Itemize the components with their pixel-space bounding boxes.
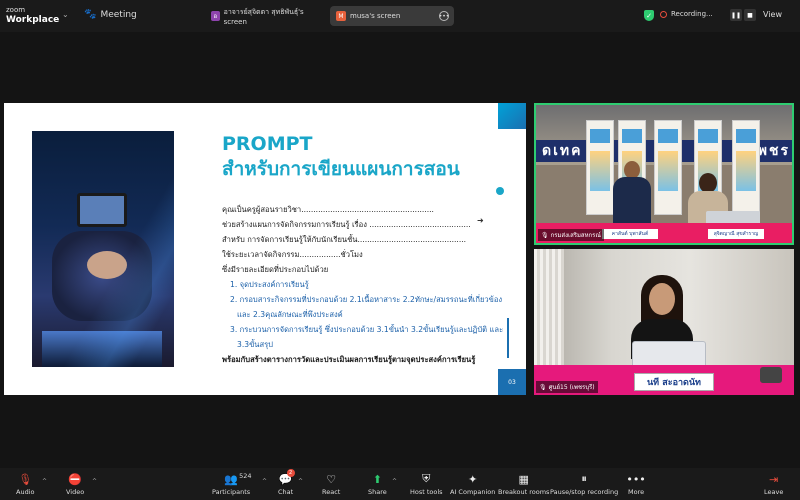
slide-page-number: 03 [498, 369, 526, 395]
slide-item: 1. จุดประสงค์การเรียนรู้ [230, 280, 309, 289]
slide-title: PROMPT [222, 133, 313, 155]
slide-item: 3.3ขั้นสรุป [237, 340, 273, 349]
participant-name: 🎙 กรมส่งเสริมสหกรณ์ [538, 229, 604, 241]
mic-muted-icon: 🎙 [539, 383, 547, 391]
mic-muted-icon: 🎙 [18, 472, 33, 486]
chevron-up-icon[interactable]: ^ [92, 478, 97, 485]
more-icon: ••• [626, 472, 646, 486]
participant-name: 🎙 ศูนย์15 (เพชรบุรี) [536, 381, 598, 393]
sparkle-icon: ✦ [468, 472, 478, 486]
slide-item: 3. กระบวนการจัดการเรียนรู้ ซึ่งประกอบด้ว… [230, 325, 504, 334]
stop-recording-button[interactable]: ■ [744, 9, 756, 21]
share-button[interactable]: ⬆ Share [368, 472, 387, 497]
video-off-icon: ⛔ [68, 472, 82, 486]
audio-button[interactable]: 🎙 Audio [16, 472, 34, 497]
tab-label: musa's screen [350, 12, 401, 20]
slide-closing: พร้อมกับสร้างตารางการวัดและประเมินผลการเ… [222, 355, 476, 364]
chat-icon: 💬 2 [279, 469, 295, 486]
slide-photo [32, 131, 174, 367]
pause-stop-recording-button[interactable]: ⏸ Pause/stop recording [550, 472, 618, 496]
pause-recording-button[interactable]: ❚❚ [730, 9, 742, 21]
more-icon[interactable]: ••• [439, 11, 449, 21]
pause-stop-icon: ⏸ [581, 472, 587, 485]
slide-item: และ 2.3คุณลักษณะที่พึงประสงค์ [237, 310, 343, 319]
mic-muted-icon: 🎙 [541, 231, 549, 239]
grid-icon: ▦ [518, 472, 529, 486]
video-tile-1[interactable]: ดเทค เพชร คาสันต์ บุพาสันต์ สุจิตญาณี สุ… [534, 103, 794, 245]
top-bar: zoom Workplace ⌄ 🐾 Meeting อ อาจารย์สุจิ… [0, 0, 800, 32]
slide-line: ซึ่งมีรายละเอียดที่ประกอบไปด้วย [222, 265, 329, 274]
more-button[interactable]: ••• More [626, 472, 646, 497]
chevron-up-icon[interactable]: ^ [298, 478, 303, 485]
tab-screen-share-1[interactable]: อ อาจารย์สุจิตตา สุทธิพันธุ์'s screen [205, 6, 321, 26]
participant-video [613, 161, 651, 225]
avatar: อ [211, 11, 220, 21]
slide-body: คุณเป็นครูผู้สอนรายวิชา.................… [222, 202, 504, 367]
record-icon [660, 10, 667, 18]
slide-subtitle: สำหรับการเขียนแผนการสอน [222, 158, 460, 180]
nameplate: คาสันต์ บุพาสันต์ [602, 229, 658, 239]
video-button[interactable]: ⛔ Video [66, 472, 84, 497]
participants-icon: 👥 524 [224, 472, 252, 486]
video-tile-2[interactable]: นที สะอาดนัท 🎙 ศูนย์15 (เพชรบุรี) [534, 249, 794, 395]
meeting-menu[interactable]: 🐾 Meeting [84, 9, 137, 20]
slide-line: คุณเป็นครูผู้สอนรายวิชา.................… [222, 205, 434, 214]
chevron-up-icon[interactable]: ^ [42, 478, 47, 485]
ai-companion-button[interactable]: ✦ AI Companion [450, 472, 495, 497]
chevron-down-icon[interactable]: ⌄ [62, 10, 69, 19]
notification-badge: 2 [286, 469, 295, 477]
view-button[interactable]: View [763, 10, 782, 19]
slide-line: ช่วยสร้างแผนการจัดกิจกรรมการเรียนรู้ เรื… [222, 220, 471, 229]
chevron-up-icon[interactable]: ^ [262, 478, 267, 485]
host-tools-button[interactable]: ⛨ Host tools [410, 472, 443, 496]
heart-icon: ♡ [326, 472, 337, 486]
shared-screen: 03 PROMPT สำหรับการเขียนแผนการสอน ➜ คุณเ… [4, 103, 526, 395]
slide-item: 2. กรอบสาระกิจกรรมที่ประกอบด้วย 2.1เนื้อ… [230, 295, 503, 304]
shield-icon: ⛨ [422, 472, 431, 485]
nameplate: สุจิตญาณี สุขสำราญ [708, 229, 764, 239]
meeting-toolbar: 🎙 Audio ^ ⛔ Video ^ 👥 524 Participants ^ … [0, 468, 800, 500]
leave-icon: ⇥ [769, 472, 779, 486]
tab-screen-share-2[interactable]: M musa's screen ••• [330, 6, 454, 26]
chat-button[interactable]: 💬 2 Chat [278, 469, 295, 496]
shield-icon[interactable]: ✓ [644, 10, 654, 21]
breakout-rooms-button[interactable]: ▦ Breakout rooms [498, 472, 549, 497]
tab-label: อาจารย์สุจิตตา สุทธิพันธุ์'s screen [223, 7, 304, 26]
react-button[interactable]: ♡ React [322, 472, 340, 497]
leave-button[interactable]: ⇥ Leave [764, 472, 783, 497]
decorative-corner [498, 103, 526, 129]
participants-button[interactable]: 👥 524 Participants [212, 472, 252, 496]
decorative-line [507, 318, 509, 358]
nameplate: นที สะอาดนัท [634, 373, 714, 391]
share-screen-icon: ⬆ [372, 472, 382, 486]
slide-line: สำหรับ การจัดการเรียนรู้ให้กับนักเรียนชั… [222, 235, 467, 244]
decorative-dot [496, 187, 504, 195]
slide-line: ใช้ระยะเวลาจัดกิจกรรม.................ชั… [222, 250, 363, 259]
avatar: M [336, 11, 346, 21]
chevron-up-icon[interactable]: ^ [392, 478, 397, 485]
participant-count: 524 [239, 472, 252, 480]
zoom-logo: zoom Workplace [6, 6, 60, 25]
recording-status: Recording... [660, 10, 713, 18]
paw-icon: 🐾 [84, 9, 97, 20]
